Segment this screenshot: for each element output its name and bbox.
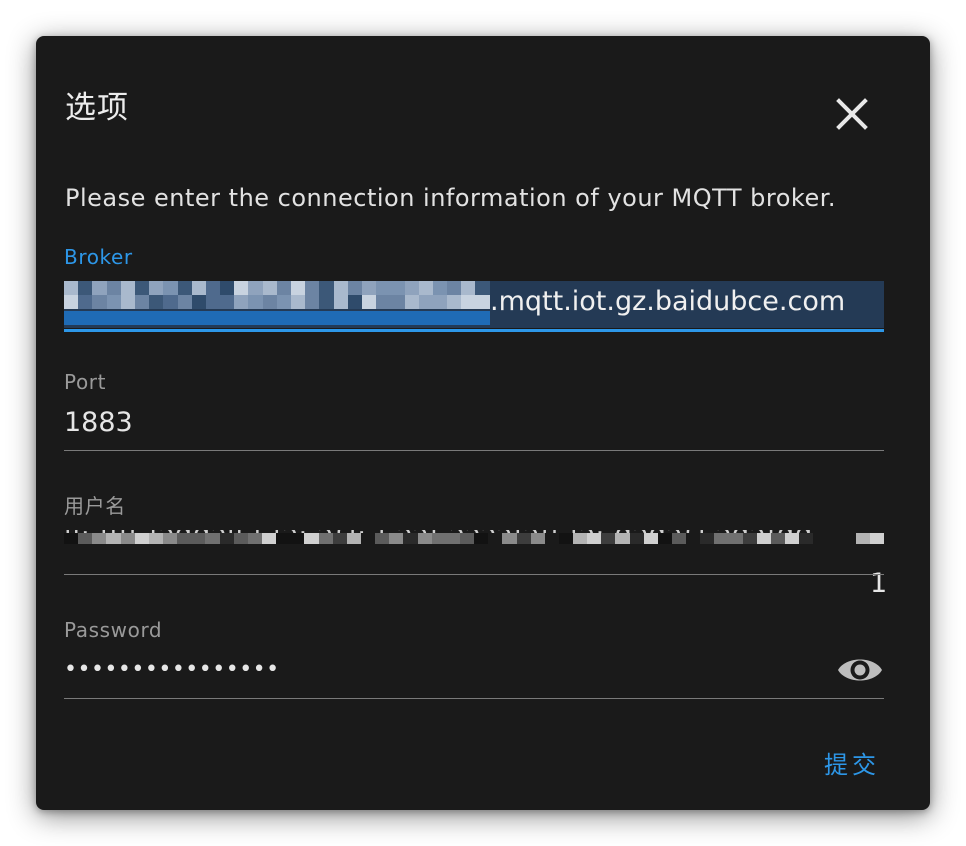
username-label: 用户名 (64, 494, 126, 518)
options-dialog: 选项 Please enter the connection informati… (36, 36, 930, 810)
selection-highlight (64, 311, 490, 325)
dialog-title: 选项 (65, 90, 129, 126)
username-value-tail: 1 (870, 568, 888, 599)
submit-button[interactable]: 提交 (818, 748, 886, 782)
username-underline (64, 574, 884, 575)
close-button[interactable] (832, 94, 872, 134)
password-input[interactable]: •••••••••••••••• (64, 652, 280, 688)
redacted-username (64, 533, 885, 544)
port-underline (64, 450, 884, 451)
close-icon (836, 98, 868, 130)
broker-input[interactable]: .mqtt.iot.gz.baidubce.com (64, 281, 884, 328)
broker-field[interactable]: Broker .mqtt.iot.gz.baidubce.com (64, 242, 884, 334)
password-underline (64, 698, 884, 699)
port-field[interactable]: Port 1883 (64, 366, 884, 454)
broker-value-suffix: .mqtt.iot.gz.baidubce.com (490, 286, 846, 317)
password-field[interactable]: Password •••••••••••••••• (64, 614, 884, 702)
broker-underline (64, 329, 884, 332)
port-input[interactable]: 1883 (64, 405, 133, 441)
broker-label: Broker (64, 245, 133, 269)
toggle-password-visibility-button[interactable] (836, 650, 884, 690)
dialog-description: Please enter the connection information … (65, 184, 837, 212)
eye-icon (838, 659, 882, 681)
password-label: Password (64, 618, 163, 642)
port-label: Port (64, 370, 107, 394)
username-field[interactable]: 用户名 ıı· ɯɪ ɪɔɑɑɔıı ı ɪɔ· ɔɾı· ɪ ɔɔɪ ɔɔɔɔ… (64, 490, 887, 599)
